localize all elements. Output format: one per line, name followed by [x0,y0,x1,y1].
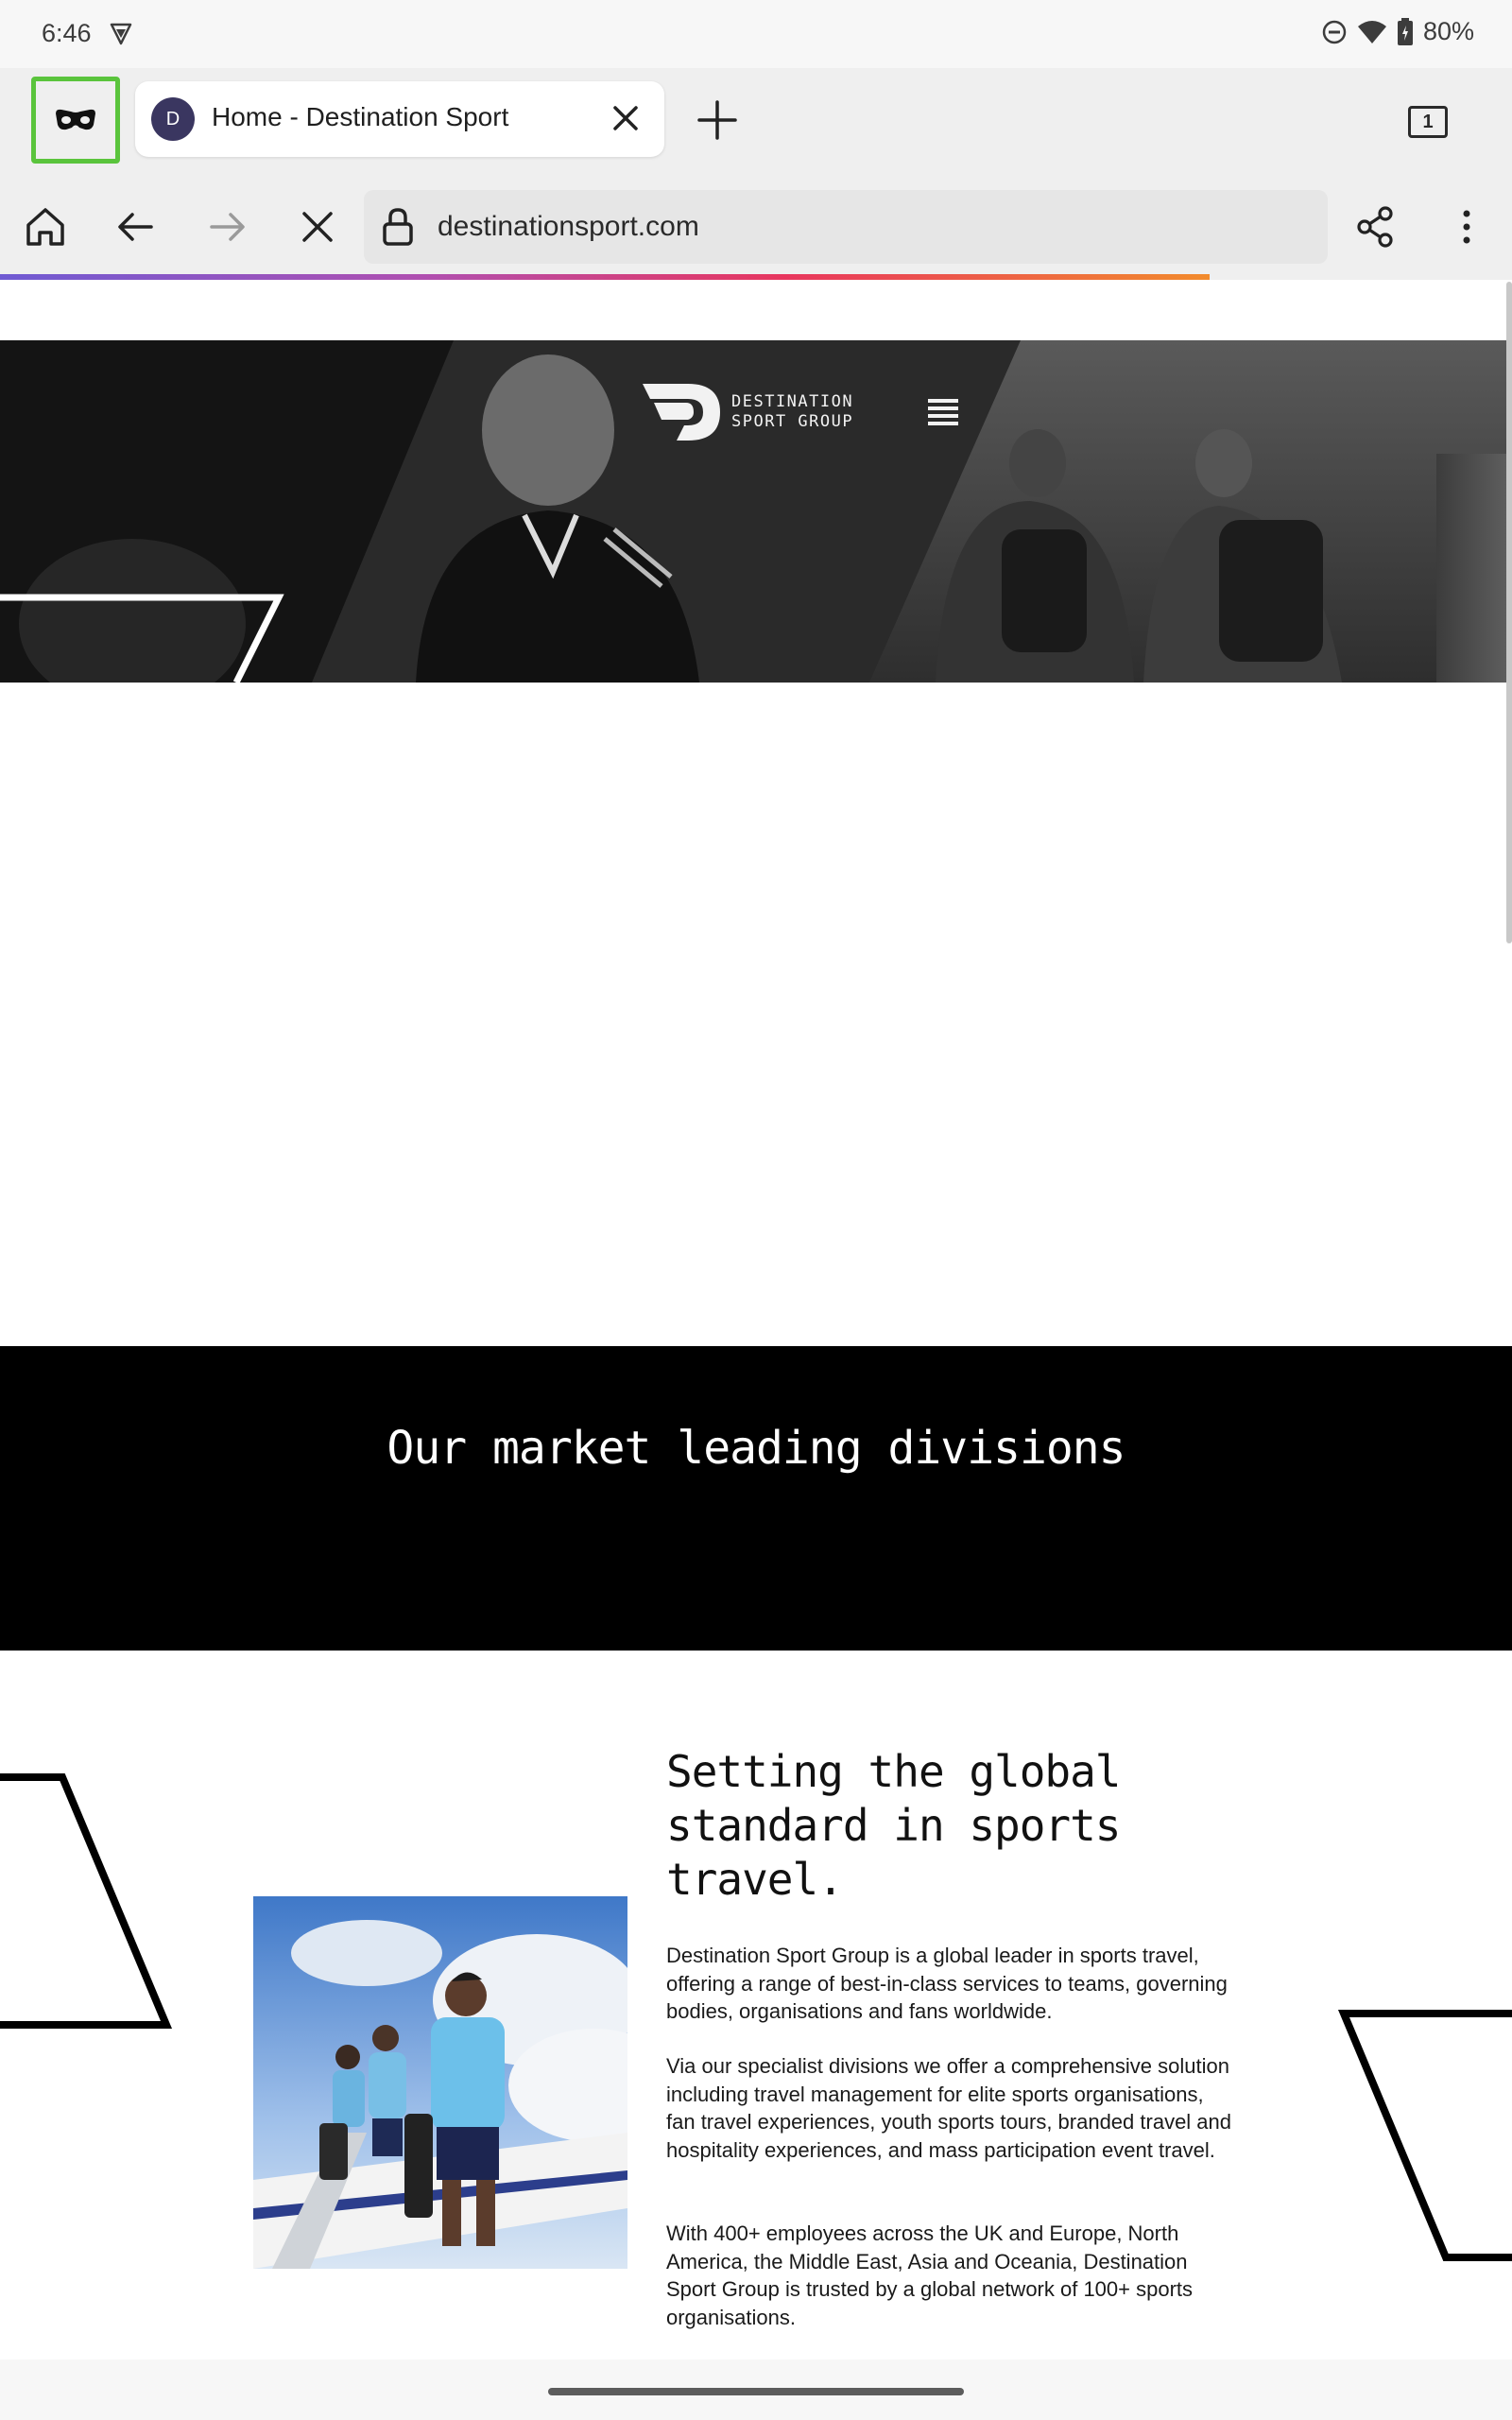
divisions-heading: Our market leading divisions [387,1422,1125,1475]
about-paragraph: With 400+ employees across the UK and Eu… [666,2221,1194,2329]
tab-strip: D Home - Destination Sport 1 [0,68,1512,174]
incognito-button[interactable] [31,77,120,164]
browser-toolbar: destinationsport.com [0,174,1512,280]
status-bar: 6:46 80% [0,0,1512,68]
share-icon[interactable] [1351,202,1400,251]
new-tab-icon[interactable] [696,98,739,142]
vpn-icon [110,23,132,45]
destination-logo-icon [643,384,720,441]
decorative-shape-right [1337,2010,1512,2261]
status-time: 6:46 [42,19,92,47]
battery-level: 80% [1422,17,1474,45]
dnd-icon [1322,20,1347,43]
status-icons: 80% [1321,17,1474,46]
stop-icon[interactable] [293,202,342,251]
about-paragraph: Via our specialist divisions we offer a … [666,2054,1232,2162]
page-scrollbar[interactable] [1506,282,1512,943]
decorative-shape-left [0,1773,173,2029]
web-page: DESTINATION SPORT GROUP Our market leadi… [0,280,1512,2360]
tab-switcher-button[interactable]: 1 [1408,106,1448,138]
url-text[interactable]: destinationsport.com [438,211,699,243]
hamburger-menu-icon[interactable] [926,397,960,429]
battery-icon [1397,17,1413,45]
tab-favicon: D [151,97,195,141]
active-tab[interactable]: D Home - Destination Sport [135,81,664,157]
home-gesture-handle[interactable] [548,2388,964,2395]
forward-icon[interactable] [202,202,251,251]
more-menu-icon[interactable] [1442,202,1491,251]
back-icon[interactable] [112,202,161,251]
divisions-section: Our market leading divisions [0,1346,1512,1651]
about-paragraph: Destination Sport Group is a global lead… [666,1944,1228,2023]
team-travel-photo [253,1896,627,2269]
about-heading: Setting the global standard in sports tr… [666,1746,1122,1905]
hero-banner: DESTINATION SPORT GROUP [0,340,1512,683]
tab-close-icon[interactable] [610,102,642,134]
logo-text: DESTINATION SPORT GROUP [731,392,854,431]
home-icon[interactable] [21,202,70,251]
address-bar[interactable]: destinationsport.com [364,190,1328,264]
tab-title: Home - Destination Sport [212,102,509,131]
lock-icon[interactable] [381,207,415,247]
system-nav-bar [0,2360,1512,2420]
incognito-icon [56,109,95,130]
wifi-icon [1357,20,1386,43]
site-logo[interactable]: DESTINATION SPORT GROUP [641,382,853,442]
